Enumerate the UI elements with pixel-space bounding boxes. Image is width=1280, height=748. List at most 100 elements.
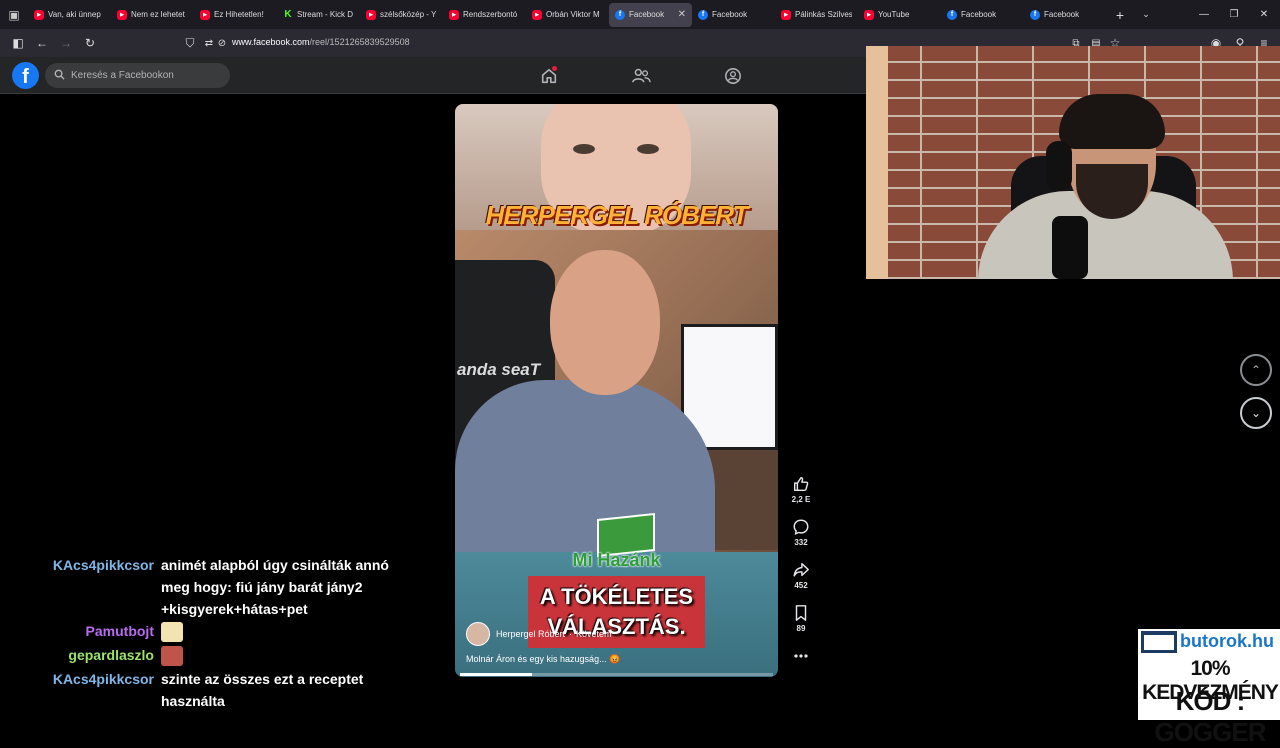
close-window-icon[interactable]: ✕	[1248, 0, 1280, 29]
chat-username: KAcs4pikkcsor	[52, 557, 154, 573]
sponsor-ad: butorok.hu 10% KEDVEZMÉNY KÓD : GOGGER	[1138, 629, 1280, 747]
chat-username: KAcs4pikkcsor	[52, 671, 154, 687]
restore-icon[interactable]: ❐	[1218, 0, 1250, 29]
like-icon	[786, 474, 816, 494]
reel-caption[interactable]: Molnár Áron és egy kis hazugság... 😡	[466, 654, 620, 665]
person-head	[550, 250, 660, 395]
facebook-icon: f	[698, 9, 708, 20]
browser-tab[interactable]: ▶ szélsőközép - Y	[360, 3, 443, 27]
tab-title: Facebook	[629, 10, 665, 19]
new-tab-icon[interactable]: +	[1107, 7, 1133, 23]
like-count: 2,2 E	[791, 495, 811, 504]
facebook-icon: f	[947, 9, 957, 20]
youtube-icon: ▶	[366, 9, 376, 20]
comment-count: 332	[794, 538, 808, 547]
tab-title: Stream - Kick D	[297, 10, 354, 19]
browser-tab[interactable]: f Facebook	[941, 3, 1024, 27]
youtube-icon: ▶	[532, 9, 542, 20]
youtube-icon: ▶	[449, 9, 459, 20]
reel-name-overlay: HERPERGEL RÓBERT	[485, 200, 749, 230]
video-progress-bar[interactable]	[460, 673, 773, 676]
facebook-icon: f	[615, 9, 625, 20]
tab-overview-icon[interactable]: ▣	[0, 0, 28, 29]
facebook-header: f Keresés a Facebookon	[0, 57, 866, 94]
forward-icon[interactable]: →	[54, 31, 78, 55]
eye	[573, 144, 595, 154]
back-icon[interactable]: ←	[30, 31, 54, 55]
tab-title: Orbán Viktor M	[546, 10, 600, 19]
youtube-icon: ▶	[34, 9, 44, 20]
browser-tab[interactable]: f Facebook	[1024, 3, 1107, 27]
minimize-icon[interactable]: —	[1188, 0, 1220, 29]
reel-author[interactable]: Herpergel Róbert · Követem	[466, 621, 612, 647]
follow-button[interactable]: Követem	[576, 629, 612, 639]
list-all-tabs-icon[interactable]: ⌄	[1133, 9, 1159, 20]
browser-tab[interactable]: f Facebook ✕	[609, 2, 692, 27]
nav-groups-icon[interactable]	[718, 63, 748, 88]
browser-tab[interactable]: ▶ Van, aki ünnep	[28, 3, 111, 27]
camera-blocked-icon[interactable]: ⊘	[210, 31, 234, 55]
browser-tab[interactable]: ▶ YouTube	[858, 3, 941, 27]
facebook-logo[interactable]: f	[12, 62, 39, 89]
tab-title: Van, aki ünnep	[48, 10, 101, 19]
video-progress-fill	[460, 673, 532, 676]
wood-panel	[866, 46, 888, 279]
browser-tab[interactable]: ▶ Orbán Viktor M	[526, 3, 609, 27]
kick-icon: K	[283, 9, 293, 20]
browser-tab[interactable]: ▶ Rendszerbontó	[443, 3, 526, 27]
share-icon	[786, 560, 816, 580]
more-icon	[786, 646, 816, 666]
reload-icon[interactable]: ↻	[78, 31, 102, 55]
nav-friends-icon[interactable]	[626, 63, 656, 88]
chat-emote	[161, 622, 183, 643]
separator-dot: ·	[569, 629, 573, 639]
person-body	[455, 380, 715, 560]
chair-logo: anda seaT	[457, 360, 541, 379]
search-placeholder: Keresés a Facebookon	[71, 70, 174, 81]
notification-dot	[552, 66, 557, 71]
reel-video[interactable]: anda seaT HERPERGEL RÓBERT Mi Hazánk A T…	[455, 104, 778, 677]
chevron-down-icon: ⌄	[1250, 406, 1262, 420]
butorok-logo	[1141, 631, 1177, 653]
ad-site: butorok.hu	[1180, 631, 1274, 651]
microphone	[1052, 216, 1088, 279]
chevron-up-icon: ⌃	[1250, 363, 1262, 377]
chat-username: gepardlaszlo	[68, 647, 154, 663]
search-icon	[54, 69, 65, 83]
browser-tab[interactable]: ▶ Ez Hihetetlen!	[194, 3, 277, 27]
next-reel-button[interactable]: ⌄	[1240, 397, 1272, 429]
chat-emote	[161, 646, 183, 667]
share-button[interactable]: 452	[786, 560, 816, 590]
comment-button[interactable]: 332	[786, 517, 816, 547]
tab-title: Nem ez lehetet	[131, 10, 185, 19]
save-button[interactable]: 89	[786, 603, 816, 633]
facebook-search[interactable]: Keresés a Facebookon	[45, 63, 230, 88]
more-options-button[interactable]	[786, 646, 816, 666]
nav-home-icon[interactable]	[534, 63, 564, 88]
browser-tab[interactable]: f Facebook	[692, 3, 775, 27]
sidebar-toggle-icon[interactable]: ◧	[6, 31, 30, 55]
browser-tab[interactable]: ▶ Pálinkás Szilves	[775, 3, 858, 27]
chat-username: Pamutbojt	[85, 623, 154, 639]
save-count: 89	[796, 624, 806, 633]
address-bar[interactable]: www.facebook.com/reel/1521265839529508	[232, 37, 410, 47]
facebook-icon: f	[1030, 9, 1040, 20]
bookmark-icon	[786, 603, 816, 623]
browser-tab-strip: ▣ ▶ Van, aki ünnep ▶ Nem ez lehetet ▶ Ez Hihe…	[0, 0, 1280, 29]
author-name[interactable]: Herpergel Róbert	[496, 629, 565, 639]
close-tab-icon[interactable]: ✕	[678, 9, 686, 20]
tab-title: YouTube	[878, 10, 910, 19]
tab-title: Facebook	[1044, 10, 1080, 19]
headset	[1046, 141, 1072, 191]
previous-reel-button[interactable]: ⌃	[1240, 354, 1272, 386]
youtube-icon: ▶	[864, 9, 874, 20]
chat-text: szinte az összes ezt a receptet használt…	[161, 671, 364, 709]
youtube-icon: ▶	[200, 9, 210, 20]
browser-tab[interactable]: K Stream - Kick D	[277, 3, 360, 27]
share-count: 452	[794, 581, 808, 590]
like-button[interactable]: 2,2 E	[786, 474, 816, 504]
author-avatar[interactable]	[466, 622, 490, 646]
browser-tab[interactable]: ▶ Nem ez lehetet	[111, 3, 194, 27]
url-path: /reel/1521265839529508	[309, 37, 410, 47]
streamer-webcam	[866, 46, 1280, 279]
